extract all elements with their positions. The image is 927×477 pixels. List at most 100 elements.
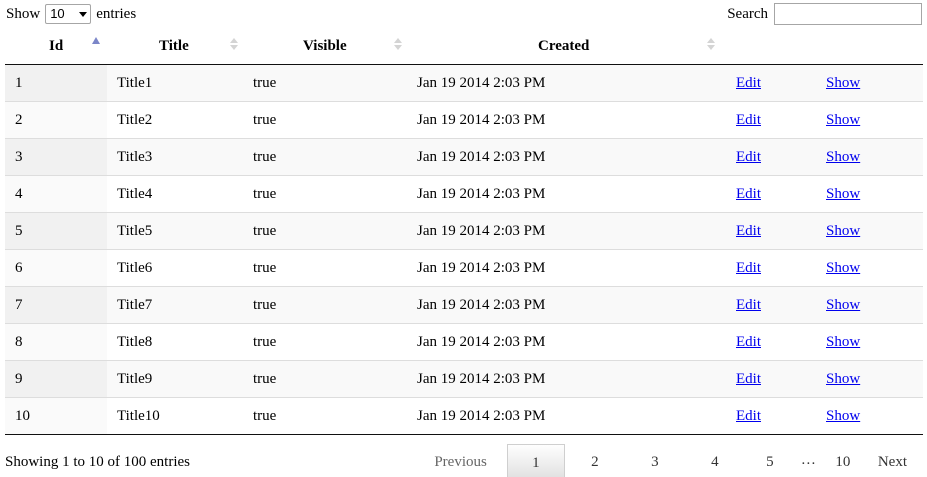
page-button-2[interactable]: 2 [565,444,625,477]
entries-per-page-select[interactable]: 10 [45,4,92,24]
show-label: Show [6,6,41,22]
cell-id: 10 [5,397,107,435]
show-cell: Show [810,212,923,250]
show-link[interactable]: Show [826,297,860,313]
pagination: Previous 1 2 3 4 5 … 10 Next [420,444,921,477]
header-id[interactable]: Id [5,28,107,65]
cell-visible: true [243,64,407,102]
page-button-last[interactable]: 10 [822,444,864,477]
sort-ascending-icon [92,37,100,44]
cell-visible: true [243,360,407,398]
show-link[interactable]: Show [826,260,860,276]
show-link[interactable]: Show [826,334,860,350]
search-control: Search [727,3,922,25]
cell-visible: true [243,175,407,213]
search-label: Search [727,5,768,22]
cell-visible: true [243,212,407,250]
cell-created: Jan 19 2014 2:03 PM [407,64,720,102]
cell-title: Title9 [107,360,243,398]
cell-visible: true [243,323,407,361]
edit-link[interactable]: Edit [736,297,761,313]
table-row: 2 Title2 true Jan 19 2014 2:03 PM Edit Show [5,101,923,139]
cell-id: 8 [5,323,107,361]
edit-link[interactable]: Edit [736,371,761,387]
cell-id: 5 [5,212,107,250]
edit-link[interactable]: Edit [736,112,761,128]
page-button-4[interactable]: 4 [685,444,745,477]
show-cell: Show [810,323,923,361]
cell-id: 7 [5,286,107,324]
show-cell: Show [810,64,923,102]
table-body: 1 Title1 true Jan 19 2014 2:03 PM Edit Show 2 T… [5,64,923,435]
edit-link[interactable]: Edit [736,260,761,276]
table-row: 3 Title3 true Jan 19 2014 2:03 PM Edit Show [5,138,923,176]
next-page-button[interactable]: Next [864,444,921,477]
cell-title: Title8 [107,323,243,361]
edit-link[interactable]: Edit [736,408,761,424]
page-button-5[interactable]: 5 [745,444,795,477]
cell-id: 6 [5,249,107,287]
table-row: 1 Title1 true Jan 19 2014 2:03 PM Edit Show [5,64,923,102]
cell-visible: true [243,101,407,139]
header-row: Id Title Visible Created [5,28,923,65]
table-row: 5 Title5 true Jan 19 2014 2:03 PM Edit Show [5,212,923,250]
cell-visible: true [243,249,407,287]
cell-title: Title3 [107,138,243,176]
cell-title: Title10 [107,397,243,435]
cell-id: 1 [5,64,107,102]
show-link[interactable]: Show [826,371,860,387]
cell-id: 3 [5,138,107,176]
cell-created: Jan 19 2014 2:03 PM [407,286,720,324]
table-row: 10 Title10 true Jan 19 2014 2:03 PM Edit Show [5,397,923,435]
show-cell: Show [810,138,923,176]
chevron-down-icon [79,11,88,17]
edit-link[interactable]: Edit [736,75,761,91]
show-link[interactable]: Show [826,112,860,128]
cell-title: Title1 [107,64,243,102]
show-link[interactable]: Show [826,75,860,91]
previous-page-button[interactable]: Previous [420,444,501,477]
cell-created: Jan 19 2014 2:03 PM [407,323,720,361]
cell-created: Jan 19 2014 2:03 PM [407,397,720,435]
header-title[interactable]: Title [107,28,243,65]
header-id-label: Id [49,37,64,54]
cell-title: Title6 [107,249,243,287]
edit-cell: Edit [720,397,810,435]
show-cell: Show [810,175,923,213]
show-link[interactable]: Show [826,408,860,424]
header-created[interactable]: Created [407,28,720,65]
cell-created: Jan 19 2014 2:03 PM [407,249,720,287]
sort-both-icon [707,38,715,50]
show-link[interactable]: Show [826,149,860,165]
cell-created: Jan 19 2014 2:03 PM [407,101,720,139]
data-table: Id Title Visible Created 1 Title1 true J… [5,28,923,435]
header-visible[interactable]: Visible [243,28,407,65]
show-cell: Show [810,286,923,324]
header-title-label: Title [159,37,189,54]
table-info: Showing 1 to 10 of 100 entries [5,454,190,470]
edit-link[interactable]: Edit [736,149,761,165]
edit-link[interactable]: Edit [736,186,761,202]
header-created-label: Created [538,37,590,54]
table-row: 8 Title8 true Jan 19 2014 2:03 PM Edit Show [5,323,923,361]
search-input[interactable] [774,3,922,25]
cell-id: 4 [5,175,107,213]
cell-visible: true [243,397,407,435]
cell-id: 9 [5,360,107,398]
edit-cell: Edit [720,101,810,139]
header-edit-action [720,28,810,65]
page-button-current[interactable]: 1 [506,444,565,477]
edit-link[interactable]: Edit [736,223,761,239]
edit-cell: Edit [720,138,810,176]
table-row: 7 Title7 true Jan 19 2014 2:03 PM Edit Show [5,286,923,324]
table-row: 6 Title6 true Jan 19 2014 2:03 PM Edit Show [5,249,923,287]
edit-link[interactable]: Edit [736,334,761,350]
cell-created: Jan 19 2014 2:03 PM [407,138,720,176]
edit-cell: Edit [720,175,810,213]
table-row: 9 Title9 true Jan 19 2014 2:03 PM Edit Show [5,360,923,398]
header-visible-label: Visible [303,37,347,54]
show-link[interactable]: Show [826,186,860,202]
page-button-3[interactable]: 3 [625,444,685,477]
show-link[interactable]: Show [826,223,860,239]
edit-cell: Edit [720,323,810,361]
